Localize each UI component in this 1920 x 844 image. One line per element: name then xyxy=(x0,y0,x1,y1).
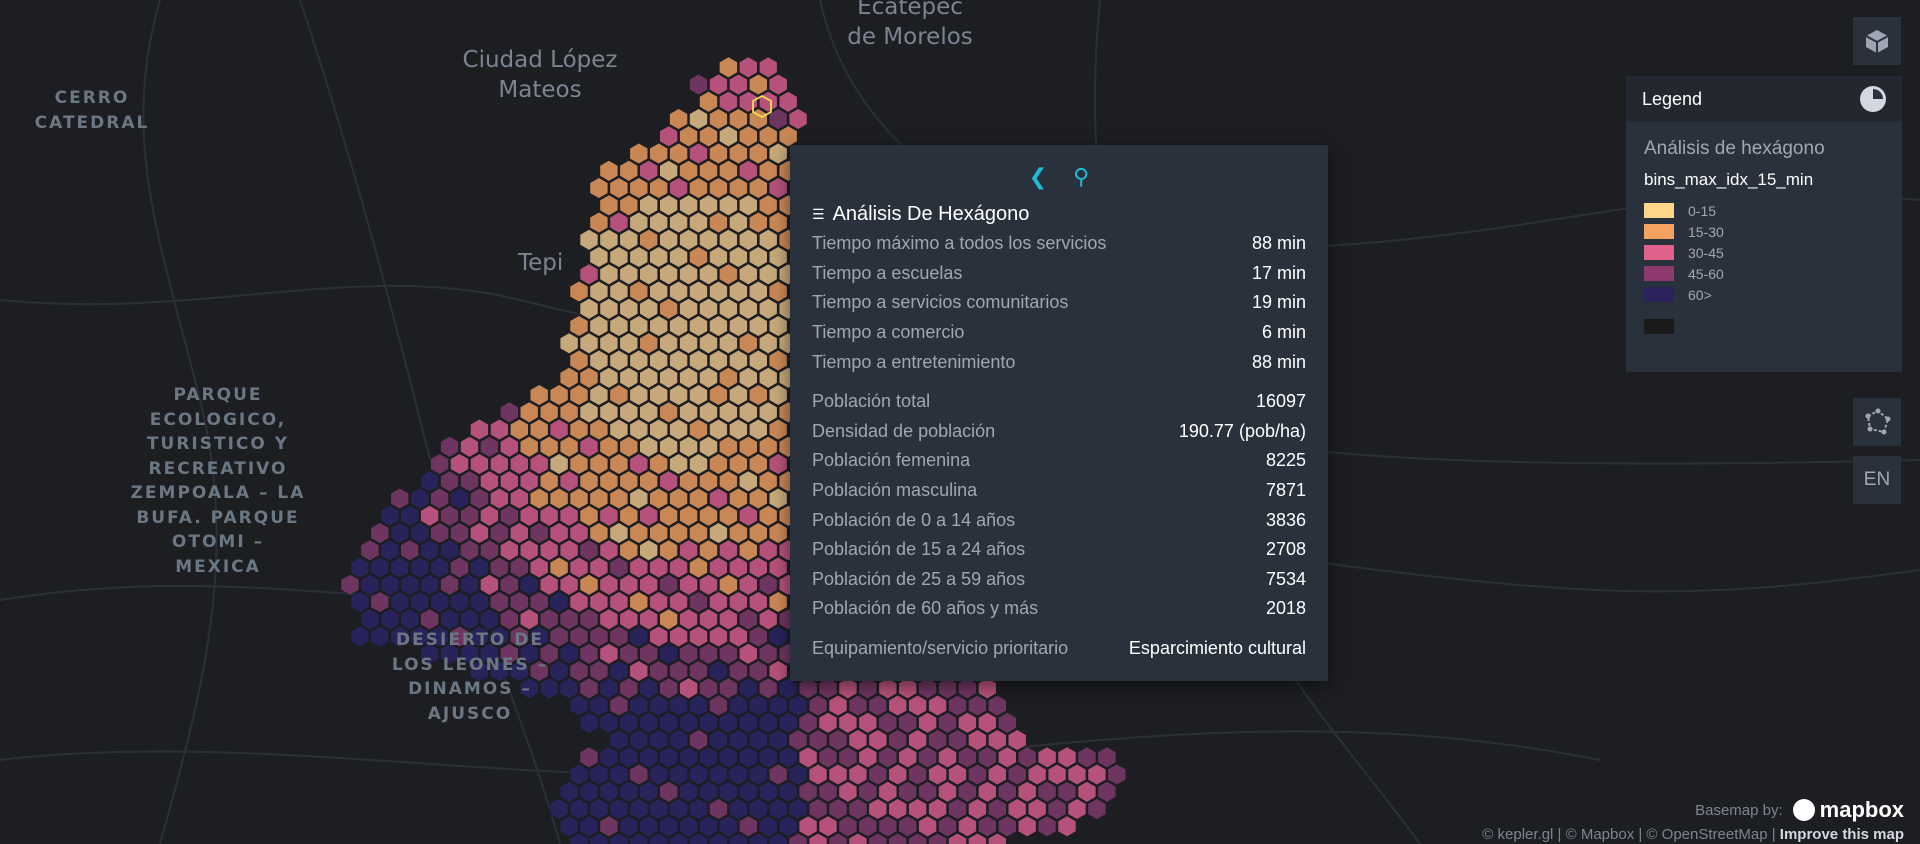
tooltip-title-text: Análisis De Hexágono xyxy=(832,202,1030,225)
legend-header: Legend xyxy=(1626,76,1902,122)
tooltip-population-rows: Población total 16097 Densidad de població… xyxy=(812,387,1306,624)
legend-swatch xyxy=(1644,266,1674,281)
tooltip-rows: Tiempo máximo a todos los servicios 88 mi… xyxy=(812,229,1306,377)
basemap-attribution: Basemap by: mapbox xyxy=(1695,797,1904,823)
legend-swatch xyxy=(1644,287,1674,302)
tooltip-label: Población masculina xyxy=(812,480,978,501)
tooltip-row: Tiempo a servicios comunitarios 19 min xyxy=(812,288,1306,318)
tooltip-row: Población total 16097 xyxy=(812,387,1306,417)
legend-item: 60> xyxy=(1644,284,1884,305)
legend-swatch xyxy=(1644,224,1674,239)
tooltip-row: Población de 25 a 59 años 7534 xyxy=(812,565,1306,595)
place-label: PARQUE ECOLOGICO, TURISTICO Y RECREATIVO ZEM… xyxy=(130,385,306,577)
language-button[interactable]: EN xyxy=(1853,456,1901,504)
tooltip-row: Población de 15 a 24 años 2708 xyxy=(812,535,1306,565)
improve-map-link[interactable]: Improve this map xyxy=(1780,826,1904,843)
tooltip-row: Tiempo a comercio 6 min xyxy=(812,318,1306,348)
legend-toggle-icon[interactable] xyxy=(1860,86,1886,112)
tooltip-value: 17 min xyxy=(1251,262,1306,283)
draw-polygon-button[interactable] xyxy=(1853,398,1901,446)
legend-item: 45-60 xyxy=(1644,263,1884,284)
legend-label: 60> xyxy=(1688,286,1712,303)
tooltip-label: Población femenina xyxy=(812,450,971,471)
tooltip-row: Densidad de población 190.77 (pob/ha) xyxy=(812,417,1306,447)
legend-label: 15-30 xyxy=(1688,223,1724,240)
tooltip-value: 7534 xyxy=(1265,568,1306,589)
tooltip-value: 3836 xyxy=(1265,509,1306,530)
legend-items: 0-15 15-30 30-45 45-60 60> xyxy=(1644,200,1884,305)
polygon-draw-icon xyxy=(1865,408,1891,435)
place-label: CERRO CATEDRAL xyxy=(34,88,150,133)
legend-item: 0-15 xyxy=(1644,200,1884,221)
tooltip-label: Tiempo a servicios comunitarios xyxy=(812,292,1069,313)
tooltip-row: Población de 60 años y más 2018 xyxy=(812,594,1306,624)
tooltip-value: 6 min xyxy=(1261,322,1306,343)
pin-icon[interactable]: ⚲ xyxy=(1073,164,1089,190)
mapbox-logo: mapbox xyxy=(1819,797,1904,822)
basemap-by-label: Basemap by: xyxy=(1695,801,1783,819)
tooltip-row: Tiempo a entretenimiento 88 min xyxy=(812,347,1306,377)
tooltip-value: 2018 xyxy=(1265,598,1306,619)
legend-swatch xyxy=(1644,203,1674,218)
attribution-text: © kepler.gl | © Mapbox | © OpenStreetMap… xyxy=(1482,826,1776,843)
tooltip-value: 2708 xyxy=(1265,539,1306,560)
tooltip-label: Población total xyxy=(812,391,931,412)
tooltip-nav: ❮ ⚲ xyxy=(812,163,1306,191)
tooltip-row-priority: Equipamiento/servicio prioritario Esparc… xyxy=(812,634,1306,664)
tooltip-label: Tiempo máximo a todos los servicios xyxy=(812,233,1107,254)
3d-map-button[interactable] xyxy=(1853,17,1901,65)
legend-swatch xyxy=(1644,245,1674,260)
tooltip-row: Población de 0 a 14 años 3836 xyxy=(812,505,1306,535)
hover-tooltip: ❮ ⚲ ☰ Análisis De Hexágono Tiempo máximo… xyxy=(790,145,1328,681)
city-label: Tepi xyxy=(518,250,564,276)
tooltip-value: 190.77 (pob/ha) xyxy=(1178,420,1306,441)
legend-field-name: bins_max_idx_15_min xyxy=(1644,170,1814,189)
legend-label: 30-45 xyxy=(1688,244,1724,261)
mapbox-logo-icon xyxy=(1792,799,1815,821)
legend-item: 30-45 xyxy=(1644,242,1884,263)
layers-icon: ☰ xyxy=(812,205,825,222)
chevron-left-icon[interactable]: ❮ xyxy=(1029,164,1047,190)
cube-icon xyxy=(1865,30,1889,53)
legend-label: 0-15 xyxy=(1688,202,1717,219)
tooltip-value: 7871 xyxy=(1265,480,1306,501)
tooltip-value: Esparcimiento cultural xyxy=(1128,638,1306,659)
tooltip-label: Población de 0 a 14 años xyxy=(812,509,1016,530)
tooltip-value: 16097 xyxy=(1255,391,1306,412)
city-label: Ciudad López Mateos xyxy=(462,47,618,103)
place-label: DESIERTO DE LOS LEONES – DINAMOS – AJUSCO xyxy=(391,630,549,724)
tooltip-label: Tiempo a escuelas xyxy=(812,262,963,283)
tooltip-label: Tiempo a comercio xyxy=(812,322,965,343)
tooltip-value: 19 min xyxy=(1251,292,1306,313)
tooltip-row: Población masculina 7871 xyxy=(812,476,1306,506)
legend-layer-name: Análisis de hexágono xyxy=(1644,138,1825,159)
tooltip-value: 88 min xyxy=(1251,351,1306,372)
legend-title: Legend xyxy=(1642,88,1703,109)
tooltip-title: ☰ Análisis De Hexágono xyxy=(812,199,1306,229)
legend-label: 45-60 xyxy=(1688,265,1724,282)
tooltip-label: Tiempo a entretenimiento xyxy=(812,351,1016,372)
tooltip-row: Población femenina 8225 xyxy=(812,446,1306,476)
legend-item: 15-30 xyxy=(1644,221,1884,242)
tooltip-label: Población de 60 años y más xyxy=(812,598,1039,619)
map-attribution: © kepler.gl | © Mapbox | © OpenStreetMap… xyxy=(1482,826,1904,843)
tooltip-value: 88 min xyxy=(1251,233,1306,254)
legend-null-swatch xyxy=(1644,319,1674,334)
map-legend: Legend Análisis de hexágono bins_max_idx… xyxy=(1626,76,1902,372)
city-label: Ecatepec de Morelos xyxy=(847,0,973,50)
tooltip-row: Tiempo máximo a todos los servicios 88 mi… xyxy=(812,229,1306,259)
tooltip-label: Densidad de población xyxy=(812,420,996,441)
tooltip-label: Población de 25 a 59 años xyxy=(812,568,1026,589)
tooltip-row: Tiempo a escuelas 17 min xyxy=(812,259,1306,289)
tooltip-value: 8225 xyxy=(1265,450,1306,471)
tooltip-label: Equipamiento/servicio prioritario xyxy=(812,638,1069,659)
tooltip-label: Población de 15 a 24 años xyxy=(812,539,1026,560)
